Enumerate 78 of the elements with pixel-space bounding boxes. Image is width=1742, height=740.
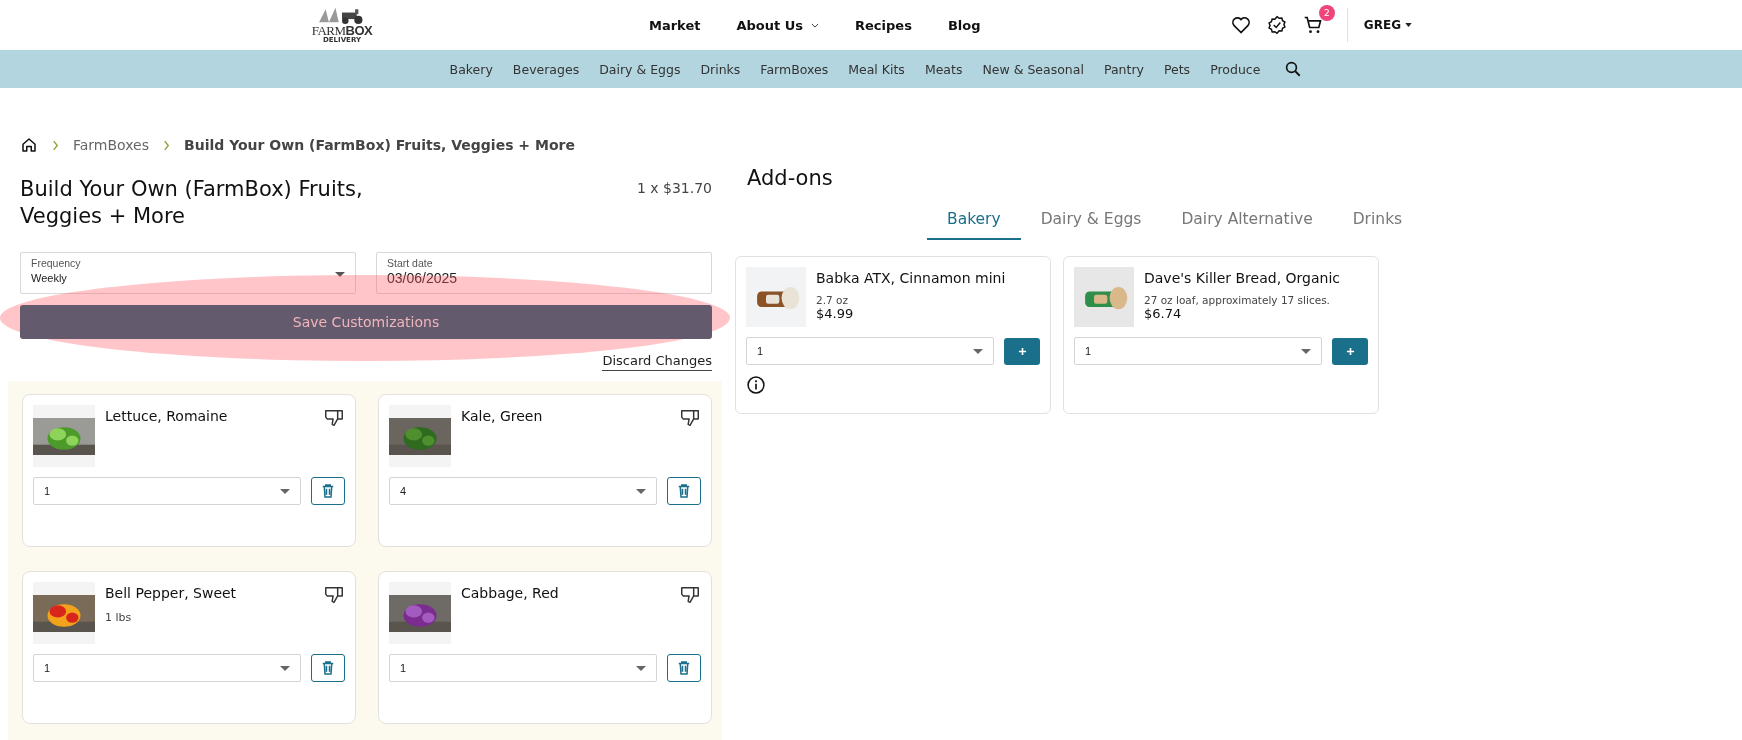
- category-tab[interactable]: Bakery: [927, 204, 1021, 240]
- category-link[interactable]: Dairy & Eggs: [599, 61, 681, 77]
- user-menu[interactable]: GREG: [1363, 18, 1412, 32]
- add-button[interactable]: [1332, 337, 1368, 365]
- item-weight: 1 lbs: [105, 611, 133, 624]
- chevron-icon: [163, 139, 170, 151]
- category-link[interactable]: Meats: [924, 61, 963, 77]
- quantity-select[interactable]: 1: [33, 654, 301, 682]
- dropdown-arrow-icon: [280, 488, 290, 494]
- item-name: Lettuce, Romaine: [105, 408, 229, 424]
- category-link[interactable]: Pets: [1163, 61, 1191, 77]
- category-link[interactable]: Meal Kits: [848, 61, 905, 77]
- save-button[interactable]: Save Customizations: [20, 305, 712, 339]
- category-tab[interactable]: Dairy & Eggs: [1020, 204, 1162, 240]
- thumbs-down-icon[interactable]: [679, 584, 701, 606]
- dropdown-arrow-icon: [335, 272, 345, 277]
- category-link[interactable]: FarmBoxes: [760, 61, 829, 77]
- start-date-field[interactable]: Start date 03/06/2025: [376, 252, 712, 294]
- delete-button[interactable]: [311, 477, 345, 505]
- item-name: Kale, Green: [461, 408, 544, 424]
- search-icon[interactable]: [1284, 60, 1303, 78]
- product-size: 2.7 oz: [816, 294, 849, 306]
- nav-link[interactable]: Recipes: [855, 17, 912, 33]
- thumbs-down-icon[interactable]: [323, 407, 345, 429]
- delete-button[interactable]: [667, 654, 701, 682]
- nav-link[interactable]: Blog: [947, 17, 981, 33]
- delete-button[interactable]: [311, 654, 345, 682]
- quantity-select[interactable]: 4: [389, 477, 657, 505]
- dropdown-arrow-icon: [1301, 348, 1311, 354]
- category-link[interactable]: Drinks: [700, 61, 741, 77]
- discard-link[interactable]: Discard Changes: [602, 353, 712, 371]
- frequency-select[interactable]: Frequency Weekly: [20, 252, 356, 294]
- dropdown-arrow-icon: [636, 488, 646, 494]
- plus-icon: [1345, 346, 1355, 356]
- thumbs-down-icon[interactable]: [679, 407, 701, 429]
- product-name: Dave's Killer Bread, Organic: [1144, 270, 1340, 286]
- heart-icon[interactable]: [1230, 15, 1251, 35]
- category-link[interactable]: Beverages: [512, 61, 580, 77]
- product-name: Babka ATX, Cinnamon mini: [816, 270, 1006, 286]
- product-price: 1 x $31.70: [636, 179, 712, 196]
- dropdown-arrow-icon: [280, 665, 290, 671]
- nav-link[interactable]: Market: [649, 17, 701, 33]
- item-name: Bell Pepper, Sweet: [105, 585, 238, 601]
- section-title: Add-ons: [747, 166, 834, 190]
- badge-check-icon[interactable]: [1266, 15, 1287, 35]
- breadcrumb-link[interactable]: Build Your Own (FarmBox) Fruits, Veggies + More: [184, 137, 575, 153]
- category-link[interactable]: Pantry: [1103, 61, 1144, 77]
- chevron-icon: [811, 22, 820, 28]
- category-tab[interactable]: Drinks: [1332, 204, 1423, 240]
- category-link[interactable]: New & Seasonal: [982, 61, 1084, 77]
- quantity-select[interactable]: 1: [1074, 337, 1322, 365]
- logo-text: FARM: [311, 23, 346, 38]
- cart-count-badge: 2: [1318, 5, 1335, 21]
- nav-link[interactable]: About Us: [736, 17, 820, 33]
- category-tab[interactable]: Dairy Alternative: [1161, 204, 1333, 240]
- dropdown-arrow-icon: [636, 665, 646, 671]
- breadcrumb-link[interactable]: FarmBoxes: [73, 137, 149, 153]
- add-button[interactable]: [1004, 337, 1040, 365]
- product-price: $4.99: [816, 306, 855, 321]
- chevron-icon: [52, 139, 59, 151]
- logo-text: BOX: [345, 23, 373, 38]
- cart-icon[interactable]: [1302, 15, 1323, 35]
- product-price: $6.74: [1144, 306, 1183, 321]
- home-icon[interactable]: [20, 136, 38, 154]
- category-link[interactable]: Produce: [1210, 61, 1261, 77]
- caret-icon: [1405, 23, 1412, 27]
- product-title: Build Your Own (FarmBox) Fruits, Veggies + More: [20, 176, 364, 230]
- plus-icon: [1017, 346, 1027, 356]
- thumbs-down-icon[interactable]: [323, 584, 345, 606]
- quantity-select[interactable]: 1: [746, 337, 994, 365]
- quantity-select[interactable]: 1: [33, 477, 301, 505]
- dropdown-arrow-icon: [973, 348, 983, 354]
- delete-button[interactable]: [667, 477, 701, 505]
- category-link[interactable]: Bakery: [449, 61, 493, 77]
- info-icon[interactable]: [746, 375, 766, 395]
- item-name: Cabbage, Red: [461, 585, 560, 601]
- product-size: 27 oz loaf, approximately 17 slices.: [1144, 294, 1331, 306]
- quantity-select[interactable]: 1: [389, 654, 657, 682]
